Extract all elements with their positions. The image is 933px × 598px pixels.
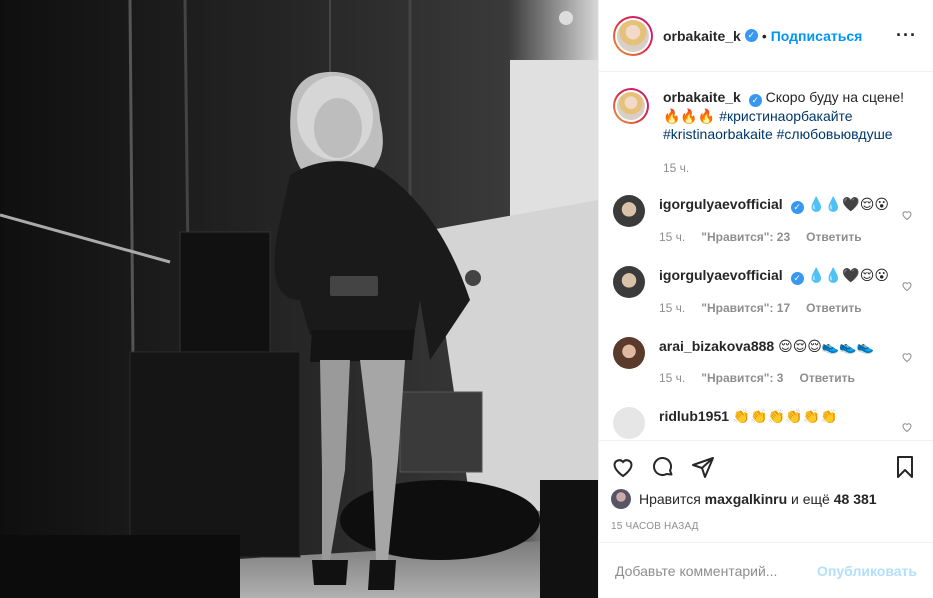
comment-text: 💧💧🖤😌😮 [807,196,889,212]
caption: orbakaite_k ✓ Скоро буду на сцене! 🔥🔥🔥 #… [613,88,917,177]
separator-dot: • [761,27,767,44]
post-actions: Нравится maxgalkinru и ещё 48 381 15 ЧАС… [599,440,933,542]
add-comment-bar: Добавьте комментарий... Опубликовать [599,542,933,598]
comments-list[interactable]: orbakaite_k ✓ Скоро буду на сцене! 🔥🔥🔥 #… [599,72,933,440]
comment-text: 😌😌😌👟👟👟 [778,338,875,354]
comment-like-heart-icon[interactable] [901,351,913,363]
likes-count[interactable]: 48 381 [834,491,877,507]
comment-likes[interactable]: "Нравится": 17 [701,299,790,317]
caption-emoji: 🔥🔥🔥 [663,108,716,124]
comment-time[interactable]: 15 ч. [659,299,685,317]
author-avatar[interactable] [613,15,653,56]
share-icon[interactable] [691,455,715,479]
commenter-avatar[interactable] [613,266,645,298]
comment-username[interactable]: igorgulyaevofficial [659,267,783,283]
author-avatar-image [617,19,649,52]
heart-icon[interactable] [611,455,635,479]
post-photo[interactable] [0,0,598,598]
post-header: orbakaite_k ✓ • Подписаться ··· [599,0,933,72]
more-icon[interactable]: ··· [896,25,917,46]
likes-summary: Нравится maxgalkinru и ещё 48 381 [611,489,921,509]
reply-button[interactable]: Ответить [799,369,854,387]
author-username[interactable]: orbakaite_k [663,28,741,44]
bookmark-icon[interactable] [893,455,917,479]
likes-middle: и ещё [791,491,830,507]
hashtag-link[interactable]: #слюбовьювдуше [777,126,893,142]
comment-item: igorgulyaevofficial ✓ 💧💧🖤😌😮 15 ч. "Нрави… [613,195,917,246]
hashtag-link[interactable]: #kristinaorbakaite [663,126,773,142]
posted-time[interactable]: 15 ЧАСОВ НАЗАД [611,521,921,532]
comment-username[interactable]: ridlub1951 [659,408,729,424]
commenter-avatar[interactable] [613,195,645,227]
comment-like-heart-icon[interactable] [901,209,913,221]
comment-username[interactable]: arai_bizakova888 [659,338,774,354]
instagram-post: orbakaite_k ✓ • Подписаться ··· orbakait… [0,0,933,598]
comment-item: igorgulyaevofficial ✓ 💧💧🖤😌😮 15 ч. "Нрави… [613,266,917,317]
reply-button[interactable]: Ответить [806,299,861,317]
concert-photo-image [0,0,598,598]
likes-prefix: Нравится [639,491,701,507]
comment-text: 👏👏👏👏👏👏 [732,408,838,424]
hashtag-link[interactable]: #кристинаорбакайте [719,108,852,124]
liker-username[interactable]: maxgalkinru [705,491,787,507]
comment-icon[interactable] [651,455,675,479]
follow-button[interactable]: Подписаться [771,28,863,44]
comment-like-heart-icon[interactable] [901,280,913,292]
comment-item: ridlub1951 👏👏👏👏👏👏 [613,407,917,439]
verified-icon: ✓ [744,29,758,42]
liker-avatar[interactable] [611,489,631,509]
caption-text: Скоро буду на сцене! [765,89,905,105]
caption-time[interactable]: 15 ч. [663,159,917,177]
comment-likes[interactable]: "Нравится": 3 [701,369,783,387]
comment-likes[interactable]: "Нравится": 23 [701,228,790,246]
commenter-avatar[interactable] [613,407,645,439]
caption-username[interactable]: orbakaite_k [663,89,741,105]
comment-username[interactable]: igorgulyaevofficial [659,196,783,212]
post-side-panel: orbakaite_k ✓ • Подписаться ··· orbakait… [598,0,933,598]
comment-text: 💧💧🖤😌😮 [807,267,889,283]
comment-time[interactable]: 15 ч. [659,228,685,246]
comment-item: arai_bizakova888 😌😌😌👟👟👟 15 ч. "Нравится"… [613,337,917,387]
verified-icon: ✓ [790,201,804,214]
reply-button[interactable]: Ответить [806,228,861,246]
verified-icon: ✓ [748,94,762,107]
comment-input[interactable]: Добавьте комментарий... [615,563,777,579]
verified-icon: ✓ [790,272,804,285]
commenter-avatar[interactable] [613,337,645,369]
publish-button[interactable]: Опубликовать [817,563,917,579]
caption-avatar[interactable] [613,88,649,124]
comment-like-heart-icon[interactable] [901,421,913,433]
comment-time[interactable]: 15 ч. [659,369,685,387]
